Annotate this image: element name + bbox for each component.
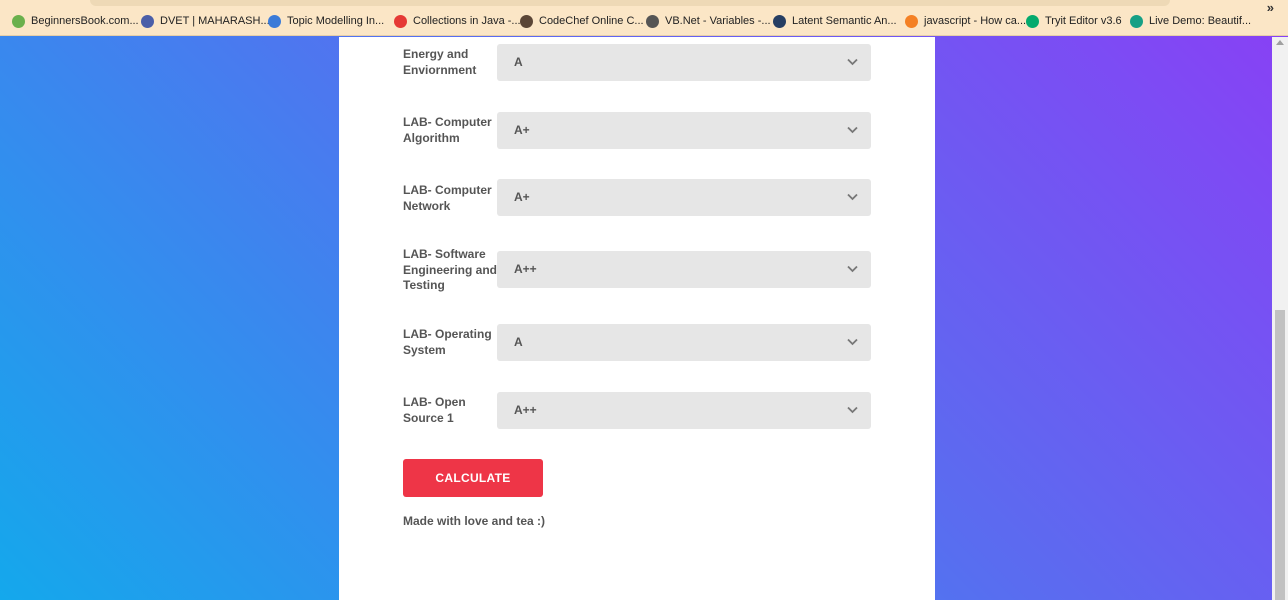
chevron-down-icon bbox=[847, 265, 858, 273]
bookmark-label: CodeChef Online C... bbox=[539, 15, 644, 27]
bookmark-item[interactable]: Live Demo: Beautif... bbox=[1130, 12, 1251, 30]
grade-select[interactable]: A+ bbox=[497, 179, 871, 216]
bookmark-label: VB.Net - Variables -... bbox=[665, 15, 771, 27]
chevron-down-icon bbox=[847, 193, 858, 201]
codechef-icon bbox=[520, 14, 533, 28]
chevron-down-icon bbox=[847, 338, 858, 346]
chevron-down-icon bbox=[847, 126, 858, 134]
grade-value: A++ bbox=[514, 403, 537, 417]
subject-label: LAB- Open Source 1 bbox=[403, 395, 466, 425]
grade-select[interactable]: A++ bbox=[497, 251, 871, 288]
beginnersbook-icon bbox=[12, 14, 25, 28]
bookmark-item[interactable]: Collections in Java -... bbox=[394, 12, 521, 30]
gpa-calculator-card: Energy and Enviornment A LAB- Computer Alg… bbox=[339, 37, 935, 600]
bookmark-item[interactable]: Latent Semantic An... bbox=[773, 12, 897, 30]
chart-line-icon bbox=[268, 14, 281, 28]
bookmark-item[interactable]: Tryit Editor v3.6 bbox=[1026, 12, 1122, 30]
bookmark-label: Collections in Java -... bbox=[413, 15, 521, 27]
bookmark-label: Topic Modelling In... bbox=[287, 15, 385, 27]
bookmark-item[interactable]: CodeChef Online C... bbox=[520, 12, 644, 30]
subject-label: LAB- Computer Network bbox=[403, 183, 492, 213]
footer-note: Made with love and tea :) bbox=[403, 514, 546, 528]
bookmark-item[interactable]: VB.Net - Variables -... bbox=[646, 12, 771, 30]
subject-label: LAB- Computer Algorithm bbox=[403, 115, 492, 145]
bookmark-label: Live Demo: Beautif... bbox=[1149, 15, 1252, 27]
bookmark-label: BeginnersBook.com... bbox=[31, 15, 139, 27]
chevron-down-icon bbox=[847, 406, 858, 414]
bookmark-item[interactable]: DVET | MAHARASH... bbox=[141, 12, 270, 30]
bookmark-label: javascript - How ca... bbox=[924, 15, 1027, 27]
grade-value: A+ bbox=[514, 190, 530, 204]
grade-value: A bbox=[514, 55, 523, 69]
calculate-button[interactable]: CALCULATE bbox=[403, 459, 543, 497]
datacamp-icon bbox=[773, 14, 786, 28]
bookmarks-bar: BeginnersBook.com... DVET | MAHARASH... To… bbox=[0, 0, 1288, 36]
shield-icon bbox=[1130, 14, 1143, 28]
stackoverflow-icon bbox=[905, 14, 918, 28]
page-scrollbar[interactable] bbox=[1272, 37, 1288, 600]
bookmark-label: DVET | MAHARASH... bbox=[160, 15, 270, 27]
bookmark-item[interactable]: BeginnersBook.com... bbox=[12, 12, 139, 30]
grade-select[interactable]: A+ bbox=[497, 112, 871, 149]
grade-value: A+ bbox=[514, 123, 530, 137]
triangle-icon bbox=[394, 14, 407, 28]
subject-label: LAB- Software Engineering and Testing bbox=[403, 247, 498, 292]
grade-select[interactable]: A bbox=[497, 44, 871, 81]
bookmark-label: Latent Semantic An... bbox=[792, 15, 897, 27]
grade-value: A bbox=[514, 335, 523, 349]
chevron-down-icon bbox=[847, 58, 858, 66]
scroll-up-arrow-icon[interactable] bbox=[1276, 40, 1284, 45]
bookmark-label: Tryit Editor v3.6 bbox=[1045, 15, 1122, 27]
dvet-icon bbox=[141, 14, 154, 28]
bookmarks-row: BeginnersBook.com... DVET | MAHARASH... To… bbox=[0, 12, 1288, 30]
bookmark-item[interactable]: javascript - How ca... bbox=[905, 12, 1026, 30]
scrollbar-thumb[interactable] bbox=[1275, 310, 1285, 600]
diamond-icon bbox=[646, 14, 659, 28]
bookmark-item[interactable]: Topic Modelling In... bbox=[268, 12, 384, 30]
grade-select[interactable]: A++ bbox=[497, 392, 871, 429]
w3schools-icon bbox=[1026, 14, 1039, 28]
subject-label: LAB- Operating System bbox=[403, 327, 492, 357]
subject-label: Energy and Enviornment bbox=[403, 47, 477, 77]
bookmarks-overflow-button[interactable]: » bbox=[1267, 0, 1274, 15]
grade-select[interactable]: A bbox=[497, 324, 871, 361]
grade-value: A++ bbox=[514, 262, 537, 276]
tab-strip-edge bbox=[90, 0, 1170, 6]
